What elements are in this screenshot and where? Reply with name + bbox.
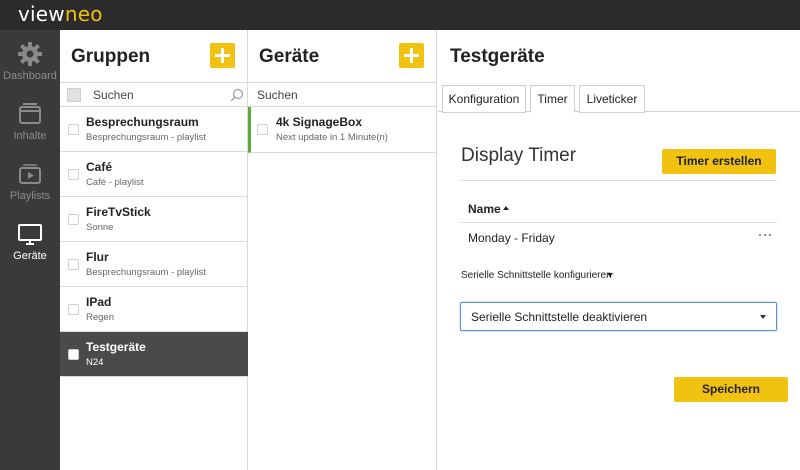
sort-ascending-icon[interactable] [503, 206, 509, 210]
save-button[interactable]: Speichern [674, 377, 788, 402]
nav-item-dashboard[interactable]: Dashboard [0, 30, 60, 90]
device-checkbox[interactable] [257, 124, 268, 135]
detail-panel: Testgeräte Konfiguration Timer Liveticke… [438, 30, 800, 470]
tab-liveticker[interactable]: Liveticker [579, 85, 645, 113]
group-item-firetvstick[interactable]: FireTvStick Sonne [60, 197, 248, 242]
devices-search-input[interactable] [257, 84, 427, 105]
group-checkbox[interactable] [68, 304, 79, 315]
group-name: Flur [86, 250, 109, 264]
select-all-checkbox[interactable] [67, 88, 81, 102]
divider [461, 180, 777, 181]
groups-title: Gruppen [71, 46, 151, 67]
devices-search-row [248, 82, 437, 107]
group-item-testgeraete[interactable]: Testgeräte N24 [60, 332, 248, 377]
group-checkbox[interactable] [68, 214, 79, 225]
device-status: Next update in 1 Minute(n) [276, 132, 388, 143]
divider [461, 222, 777, 223]
group-name: Testgeräte [86, 340, 146, 354]
logo-part-view: view [18, 2, 65, 26]
serial-select-value: Serielle Schnittstelle deaktivieren [471, 310, 648, 324]
caret-down-icon[interactable] [607, 273, 613, 277]
group-subtitle: Besprechungsraum - playlist [86, 132, 206, 143]
group-name: Besprechungsraum [86, 115, 199, 129]
group-subtitle: N24 [86, 357, 104, 368]
chevron-down-icon [760, 315, 766, 319]
timer-row-name[interactable]: Monday - Friday [468, 231, 555, 245]
add-device-button[interactable] [399, 43, 424, 68]
groups-search-input[interactable] [93, 84, 223, 105]
nav-label-inhalte: Inhalte [13, 130, 47, 142]
display-timer-heading: Display Timer [461, 145, 577, 166]
logo-part-neo: neo [64, 2, 103, 26]
tab-konfiguration[interactable]: Konfiguration [442, 85, 526, 113]
group-subtitle: Sonne [86, 222, 114, 233]
top-bar: viewneo [0, 0, 800, 30]
groups-search-row [60, 82, 248, 107]
devices-title: Geräte [259, 46, 320, 67]
detail-tabs: Konfiguration Timer Liveticker [438, 82, 800, 113]
detail-title: Testgeräte [450, 46, 545, 67]
group-name: Café [86, 160, 113, 174]
groups-panel: Gruppen Besprechungsraum Besprechungsrau… [60, 30, 248, 470]
nav-item-geraete[interactable]: Geräte [0, 210, 60, 270]
gear-icon [18, 42, 42, 66]
group-item-besprechungsraum[interactable]: Besprechungsraum Besprechungsraum - play… [60, 107, 248, 152]
devices-panel: Geräte 4k SignageBox Next update in 1 Mi… [248, 30, 437, 470]
group-item-flur[interactable]: Flur Besprechungsraum - playlist [60, 242, 248, 287]
nav-item-playlists[interactable]: Playlists [0, 150, 60, 210]
group-checkbox[interactable] [68, 169, 79, 180]
playlist-icon [19, 164, 41, 184]
nav-label-dashboard: Dashboard [3, 70, 57, 82]
group-item-ipad[interactable]: IPad Regen [60, 287, 248, 332]
nav-label-playlists: Playlists [9, 190, 51, 202]
device-name: 4k SignageBox [276, 115, 363, 129]
group-checkbox[interactable] [68, 349, 79, 360]
add-group-button[interactable] [210, 43, 235, 68]
table-header-name[interactable]: Name [468, 202, 501, 216]
search-icon[interactable] [230, 88, 244, 102]
viewneo-logo[interactable]: viewneo [18, 3, 103, 25]
monitor-icon [18, 224, 42, 245]
left-nav: Dashboard Inhalte Playlists Geräte [0, 30, 60, 470]
group-subtitle: Regen [86, 312, 114, 323]
group-name: FireTvStick [86, 205, 151, 219]
group-checkbox[interactable] [68, 124, 79, 135]
group-subtitle: Besprechungsraum - playlist [86, 267, 206, 278]
more-options-icon[interactable] [757, 228, 773, 240]
tab-timer[interactable]: Timer [530, 85, 575, 113]
device-item-4k-signagebox[interactable]: 4k SignageBox Next update in 1 Minute(n) [248, 107, 437, 153]
create-timer-button[interactable]: Timer erstellen [662, 149, 776, 174]
group-name: IPad [86, 295, 112, 309]
serial-interface-select[interactable]: Serielle Schnittstelle deaktivieren [460, 302, 777, 331]
group-item-cafe[interactable]: Café Café - playlist [60, 152, 248, 197]
nav-item-inhalte[interactable]: Inhalte [0, 90, 60, 150]
nav-label-geraete: Geräte [13, 250, 47, 262]
folder-icon [19, 103, 41, 124]
group-checkbox[interactable] [68, 259, 79, 270]
group-subtitle: Café - playlist [86, 177, 144, 188]
serial-config-toggle[interactable]: Serielle Schnittstelle konfigurieren [461, 270, 612, 281]
